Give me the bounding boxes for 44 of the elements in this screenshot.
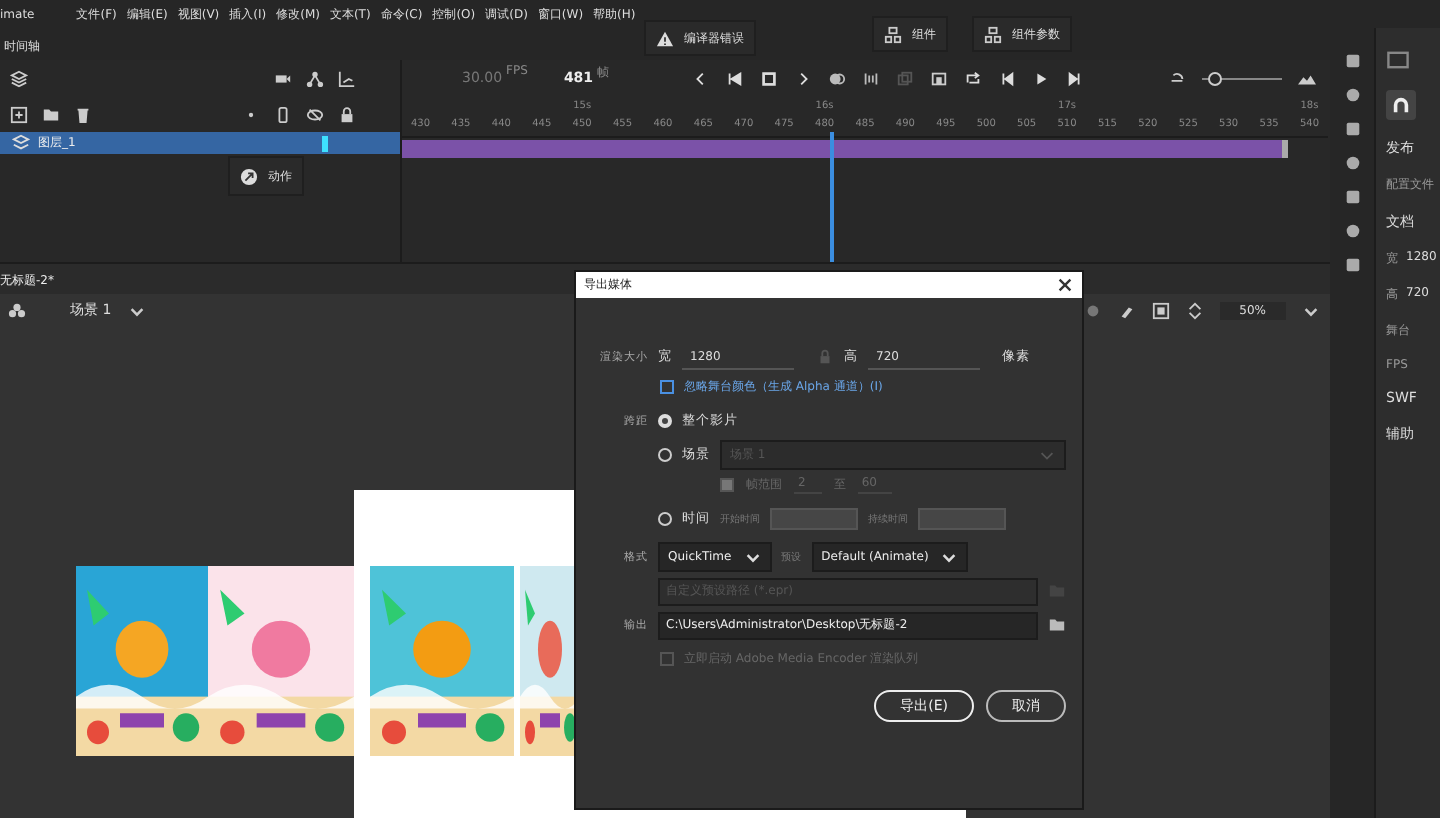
layer-icon	[12, 134, 30, 152]
checkbox[interactable]	[660, 652, 674, 666]
component-icon	[984, 25, 1002, 43]
radio-button[interactable]	[658, 414, 672, 428]
first-frame-icon[interactable]	[726, 69, 745, 87]
undo-icon[interactable]	[1168, 69, 1186, 87]
radio-button[interactable]	[658, 512, 672, 526]
frame-icon[interactable]	[930, 69, 949, 87]
slider-thumb[interactable]	[1208, 71, 1222, 85]
input-field[interactable]	[770, 508, 858, 530]
step-forward-icon[interactable]	[1066, 69, 1085, 87]
chevron-down-icon	[743, 548, 762, 566]
input-field[interactable]	[918, 508, 1006, 530]
add-layer-icon[interactable]	[10, 105, 28, 123]
playhead[interactable]	[830, 132, 835, 262]
frame-range-icon[interactable]	[862, 69, 881, 87]
camera-icon[interactable]	[274, 69, 292, 87]
scene-icon[interactable]	[8, 301, 26, 319]
hierarchy-icon[interactable]	[306, 69, 324, 87]
graph-icon[interactable]	[338, 69, 356, 87]
checkbox[interactable]	[660, 380, 674, 394]
trash-icon[interactable]	[74, 105, 92, 123]
step-back-icon[interactable]	[998, 69, 1017, 87]
chevron-down-icon	[940, 548, 959, 566]
magnet-icon[interactable]	[1386, 90, 1416, 120]
lock-icon[interactable]	[338, 105, 356, 123]
action-icon	[240, 167, 258, 185]
checkbox[interactable]	[720, 478, 734, 492]
library-icon[interactable]	[1386, 48, 1410, 72]
warning-icon	[656, 29, 674, 47]
stepper-icon[interactable]	[1185, 301, 1204, 319]
outline-icon[interactable]	[274, 105, 292, 123]
radio-button[interactable]	[658, 448, 672, 462]
component-icon	[884, 25, 902, 43]
eye-hidden-icon[interactable]	[306, 105, 324, 123]
onion-skin-icon[interactable]	[828, 69, 847, 87]
stop-icon[interactable]	[760, 69, 779, 87]
close-icon[interactable]	[1056, 276, 1074, 294]
folder-icon[interactable]	[42, 105, 60, 123]
layers-icon[interactable]	[10, 69, 28, 87]
fit-icon[interactable]	[1151, 301, 1170, 319]
play-icon[interactable]	[1032, 69, 1051, 87]
loop-icon[interactable]	[964, 69, 983, 87]
layer-color-marker	[322, 135, 328, 151]
